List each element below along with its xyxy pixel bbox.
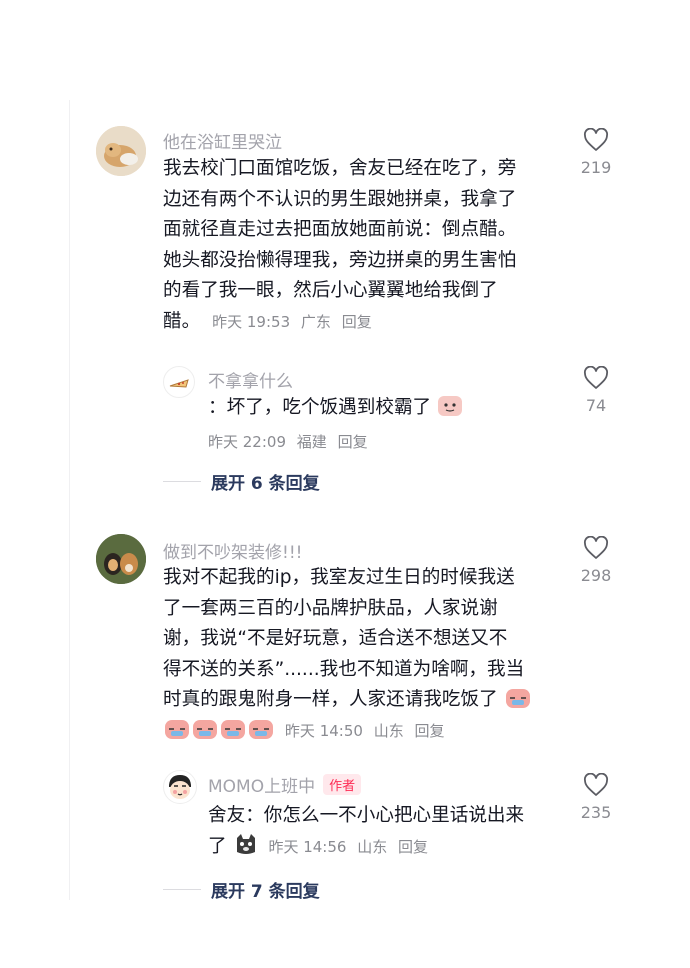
- expand-label: 展开 7 条回复: [211, 882, 320, 902]
- author-badge: 作者: [323, 774, 362, 795]
- like-button[interactable]: 219: [571, 128, 621, 177]
- like-count: 235: [580, 803, 612, 822]
- cartoon-boy-avatar-icon: [169, 775, 191, 799]
- reply-line: 舍友：你怎么一不小心把心里话说出来: [208, 805, 525, 826]
- expand-replies-button[interactable]: 展开 7 条回复: [163, 877, 320, 902]
- reply-line-last: 了 昨天 14:56 山东 回复: [208, 832, 524, 863]
- comment-location: 山东: [373, 721, 404, 740]
- crying-emoji-icon: [165, 719, 189, 739]
- comment-line: 谢，我说“不是好玩意，适合送不想送又不: [163, 628, 508, 649]
- reply-button[interactable]: 回复: [415, 722, 445, 740]
- reply-button[interactable]: 回复: [338, 433, 368, 451]
- reply-username-row: MOMO上班中 作者: [208, 772, 362, 797]
- dogs-avatar-icon: [96, 534, 146, 584]
- comment-text: 我去校门口面馆吃饭，舍友已经在吃了，旁 边还有两个不认识的男生跟她拼桌，我拿了 …: [163, 154, 516, 337]
- crying-emoji-icon: [221, 719, 245, 739]
- reply-avatar[interactable]: [163, 366, 195, 398]
- reply-meta: 昨天 22:09 福建 回复: [208, 431, 374, 452]
- comment-location: 广东: [300, 312, 331, 331]
- comment-line: 得不送的关系”......我也不知道为啥啊，我当: [163, 658, 525, 680]
- heart-icon: [584, 366, 608, 389]
- heart-icon: [584, 773, 608, 796]
- comment-line: 边还有两个不认识的男生跟她拼桌，我拿了: [163, 188, 517, 210]
- like-button[interactable]: 74: [571, 366, 621, 415]
- expand-divider: [163, 889, 201, 890]
- like-count: 74: [585, 396, 607, 415]
- reply-text-block: ：坏了，吃个饭遇到校霸了: [208, 393, 463, 424]
- comment-line-with-emoji: 时真的跟鬼附身一样，人家还请我吃饭了: [163, 685, 532, 716]
- like-count: 298: [580, 566, 612, 585]
- user-avatar[interactable]: [96, 126, 146, 176]
- reply-time: 昨天 14:56: [268, 837, 347, 856]
- comment-time: 昨天 19:53: [212, 312, 291, 331]
- like-button[interactable]: 298: [571, 536, 621, 585]
- reply-text: ：坏了，吃个饭遇到校霸了: [208, 397, 432, 418]
- reply-time: 昨天 22:09: [208, 433, 286, 451]
- pizza-avatar-icon: [169, 379, 189, 388]
- comment-line: 面就径直走过去把面放她面前说：倒点醋。: [163, 219, 517, 240]
- like-button[interactable]: 235: [571, 773, 621, 822]
- comment-text: 我对不起我的ip，我室友过生日的时候我送 了一套两三百的小品牌护肤品，人家说谢 …: [163, 563, 532, 746]
- reply-button[interactable]: 回复: [342, 313, 372, 331]
- user-avatar[interactable]: [96, 534, 146, 584]
- comment-line: 我去校门口面馆吃饭，舍友已经在吃了，旁: [163, 158, 517, 179]
- reply-line: 了: [208, 835, 227, 857]
- comment-meta: 昨天 19:53 广东 回复: [212, 313, 378, 331]
- shy-emoji-icon: [438, 396, 463, 416]
- comment-line-last: 醋。 昨天 19:53 广东 回复: [163, 307, 516, 338]
- crying-emoji-icon: [505, 689, 530, 708]
- reply-avatar[interactable]: [163, 770, 197, 804]
- comment-line: 的看了我一眼，然后小心翼翼地给我倒了: [163, 280, 498, 301]
- crying-emoji-icon: [193, 719, 217, 739]
- comment-time: 昨天 14:50: [284, 721, 363, 740]
- cat-emoji-icon: [236, 833, 255, 854]
- comment-line: 她头都没抬懒得理我，旁边拼桌的男生害怕: [163, 249, 517, 271]
- reply-username[interactable]: MOMO上班中: [208, 777, 315, 797]
- comment-line: 我对不起我的ip，我室友过生日的时候我送: [163, 567, 515, 588]
- crying-emoji-icon: [249, 719, 273, 739]
- reply-line: ：坏了，吃个饭遇到校霸了: [208, 393, 463, 424]
- expand-replies-button[interactable]: 展开 6 条回复: [163, 469, 320, 494]
- comment-username[interactable]: 做到不吵架装修!!!: [163, 538, 302, 563]
- comment-line: 时真的跟鬼附身一样，人家还请我吃饭了: [163, 689, 498, 710]
- comment-meta: 昨天 14:50 山东 回复: [285, 722, 451, 740]
- heart-icon: [584, 128, 608, 151]
- comment-username[interactable]: 他在浴缸里哭泣: [163, 128, 282, 153]
- reply-username[interactable]: 不拿拿什么: [208, 367, 293, 392]
- heart-icon: [584, 536, 608, 559]
- like-count: 219: [580, 158, 612, 177]
- comment-line: 了一套两三百的小品牌护肤品，人家说谢: [163, 597, 498, 619]
- expand-label: 展开 6 条回复: [211, 474, 320, 494]
- cat-avatar-icon: [96, 126, 146, 176]
- expand-divider: [163, 481, 201, 482]
- reply-location: 福建: [296, 433, 327, 451]
- reply-location: 山东: [357, 837, 388, 856]
- comment-line-last: 昨天 14:50 山东 回复: [163, 716, 532, 747]
- reply-text-block: 舍友：你怎么一不小心把心里话说出来 了 昨天 14:56 山东 回复: [208, 801, 524, 862]
- comment-line: 醋。: [163, 310, 201, 332]
- reply-meta: 昨天 14:56 山东 回复: [268, 838, 434, 856]
- reply-button[interactable]: 回复: [398, 838, 428, 856]
- left-divider: [69, 100, 70, 900]
